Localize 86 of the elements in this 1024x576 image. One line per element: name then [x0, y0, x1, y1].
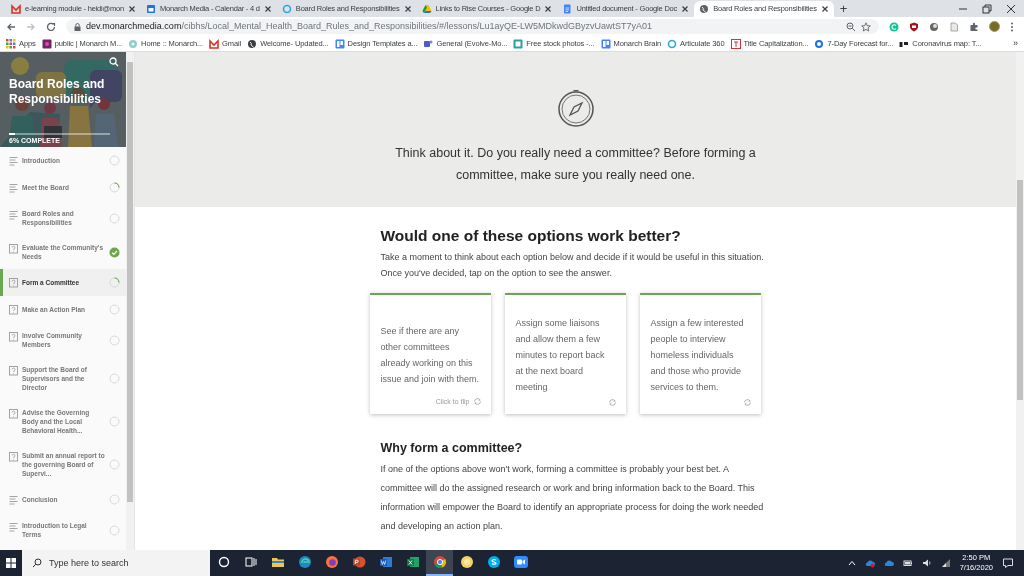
- cloud-icon[interactable]: [864, 558, 875, 568]
- question-box-icon: [9, 332, 18, 342]
- sun-icon: [459, 555, 474, 569]
- flip-card[interactable]: Assign some liaisons and allow them a few minutes to report back at the next board meeting: [504, 293, 626, 414]
- search-field[interactable]: Type here to search: [22, 550, 210, 576]
- folder-icon: [270, 555, 285, 569]
- course-title: Board Roles and Responsibilities: [9, 77, 106, 107]
- zoom-icon[interactable]: [846, 21, 856, 32]
- drive-icon: [421, 4, 432, 14]
- lines-icon: [9, 156, 18, 166]
- extension-icon[interactable]: [929, 21, 939, 32]
- section-heading: Why form a committee?: [380, 440, 524, 457]
- address-bar[interactable]: dev.monarchmedia.com/cibhs/Local_Mental_Health_Board_Rules_and_Responsibilities/#/lessons/Lu1ayQE-LW5MDkwdGByzvUawtST7yA01: [66, 19, 879, 34]
- body-text: If one of the options above won't work, forming a committee is probably your best bet. A committee will do the assigned research or work and bring information back to the Board. This information will empower the Board to identify an appropriate process for doing the work needed and developing an action plan.: [380, 462, 765, 533]
- taskbar-app[interactable]: [426, 550, 453, 576]
- search-icon[interactable]: [109, 57, 120, 67]
- windows-logo-icon: [6, 558, 16, 568]
- star-icon[interactable]: [861, 21, 871, 32]
- powerpoint-icon: [351, 555, 366, 569]
- video-camera-icon: [513, 555, 528, 569]
- more-bookmarks-button[interactable]: »: [1013, 36, 1018, 51]
- close-icon[interactable]: [127, 5, 136, 13]
- search-icon: [32, 558, 42, 568]
- chrome-icon: [432, 555, 447, 569]
- lines-icon: [9, 495, 18, 505]
- compass-icon: [556, 90, 595, 128]
- cortana-icon: [216, 555, 231, 569]
- callout-text: Think about it. Do you really need a committee? Before forming a committee, make sure you really need one.: [394, 145, 757, 184]
- teams-icon: [423, 38, 434, 49]
- scrollbar-thumb[interactable]: [127, 62, 133, 502]
- new-tab-button[interactable]: +: [833, 1, 854, 17]
- notification-icon[interactable]: [1002, 557, 1014, 569]
- shield-icon[interactable]: [909, 21, 919, 32]
- close-icon[interactable]: [1006, 3, 1016, 14]
- close-icon[interactable]: [681, 5, 690, 13]
- wifi-icon[interactable]: [940, 558, 951, 568]
- lines-icon: [9, 183, 18, 193]
- card-text: See if there are any other committees already working on this issue and join with them.: [380, 324, 480, 386]
- ring-icon: [281, 4, 292, 14]
- puzzle-icon[interactable]: [969, 21, 979, 32]
- question-box-icon: [9, 366, 18, 376]
- calendar-icon: [145, 4, 156, 14]
- skype-icon: [486, 555, 501, 569]
- back-icon[interactable]: [6, 21, 16, 32]
- lock-icon: [74, 22, 81, 31]
- gmail-icon: [209, 38, 220, 49]
- chevron-up-icon[interactable]: [847, 559, 856, 567]
- lines-icon: [9, 210, 18, 220]
- excel-icon: [405, 555, 420, 569]
- apps-icon: [6, 38, 16, 49]
- card-text: Assign some liaisons and allow them a few minutes to report back at the next board meeting: [515, 316, 606, 394]
- edge-icon: [297, 555, 312, 569]
- firefox-icon: [324, 555, 339, 569]
- square-logo-icon: [41, 38, 52, 49]
- document-icon: [562, 4, 573, 14]
- intro-text: Take a moment to think about each option below and decide if it would be useful in this situation. Once you've decided, tap on the option to see the answer.: [380, 251, 765, 280]
- battery-icon[interactable]: [902, 558, 913, 568]
- flip-icon: [472, 397, 482, 407]
- question-box-icon: [9, 452, 18, 462]
- close-icon[interactable]: [820, 5, 829, 13]
- restore-icon[interactable]: [982, 3, 992, 14]
- globe-icon: [699, 4, 710, 14]
- speaker-icon[interactable]: [921, 558, 932, 568]
- close-icon[interactable]: [403, 5, 412, 13]
- word-icon: [378, 555, 393, 569]
- question-box-icon: [9, 409, 18, 419]
- ring-icon: [667, 38, 678, 49]
- cloud-icon[interactable]: [883, 558, 894, 568]
- reload-icon[interactable]: [46, 21, 56, 32]
- task-view-icon: [243, 555, 258, 569]
- section-heading: Would one of these options work better?: [380, 226, 682, 246]
- question-box-icon: [9, 244, 18, 254]
- close-icon[interactable]: [263, 5, 272, 13]
- question-box-icon: [9, 278, 18, 288]
- gmail-icon: [11, 4, 21, 14]
- flip-card[interactable]: Assign a few interested people to interview homeless individuals and those who provide services to them.: [639, 293, 761, 414]
- url-text: dev.monarchmedia.com/cibhs/Local_Mental_Health_Board_Rules_and_Responsibilities/#/lessons/Lu1ayQE-LW5MDkwdGByzvUawtST7yA01: [86, 19, 653, 33]
- question-box-icon: [9, 305, 18, 315]
- scrollbar-thumb[interactable]: [1017, 180, 1023, 400]
- profile-avatar[interactable]: [989, 21, 1000, 32]
- card-text: Assign a few interested people to interview homeless individuals and those who provide services to them.: [650, 316, 745, 394]
- lines-icon: [9, 522, 18, 532]
- flip-icon: [607, 398, 617, 407]
- flip-icon: [742, 398, 752, 407]
- menu-icon[interactable]: [1010, 21, 1014, 32]
- close-icon[interactable]: [544, 5, 553, 13]
